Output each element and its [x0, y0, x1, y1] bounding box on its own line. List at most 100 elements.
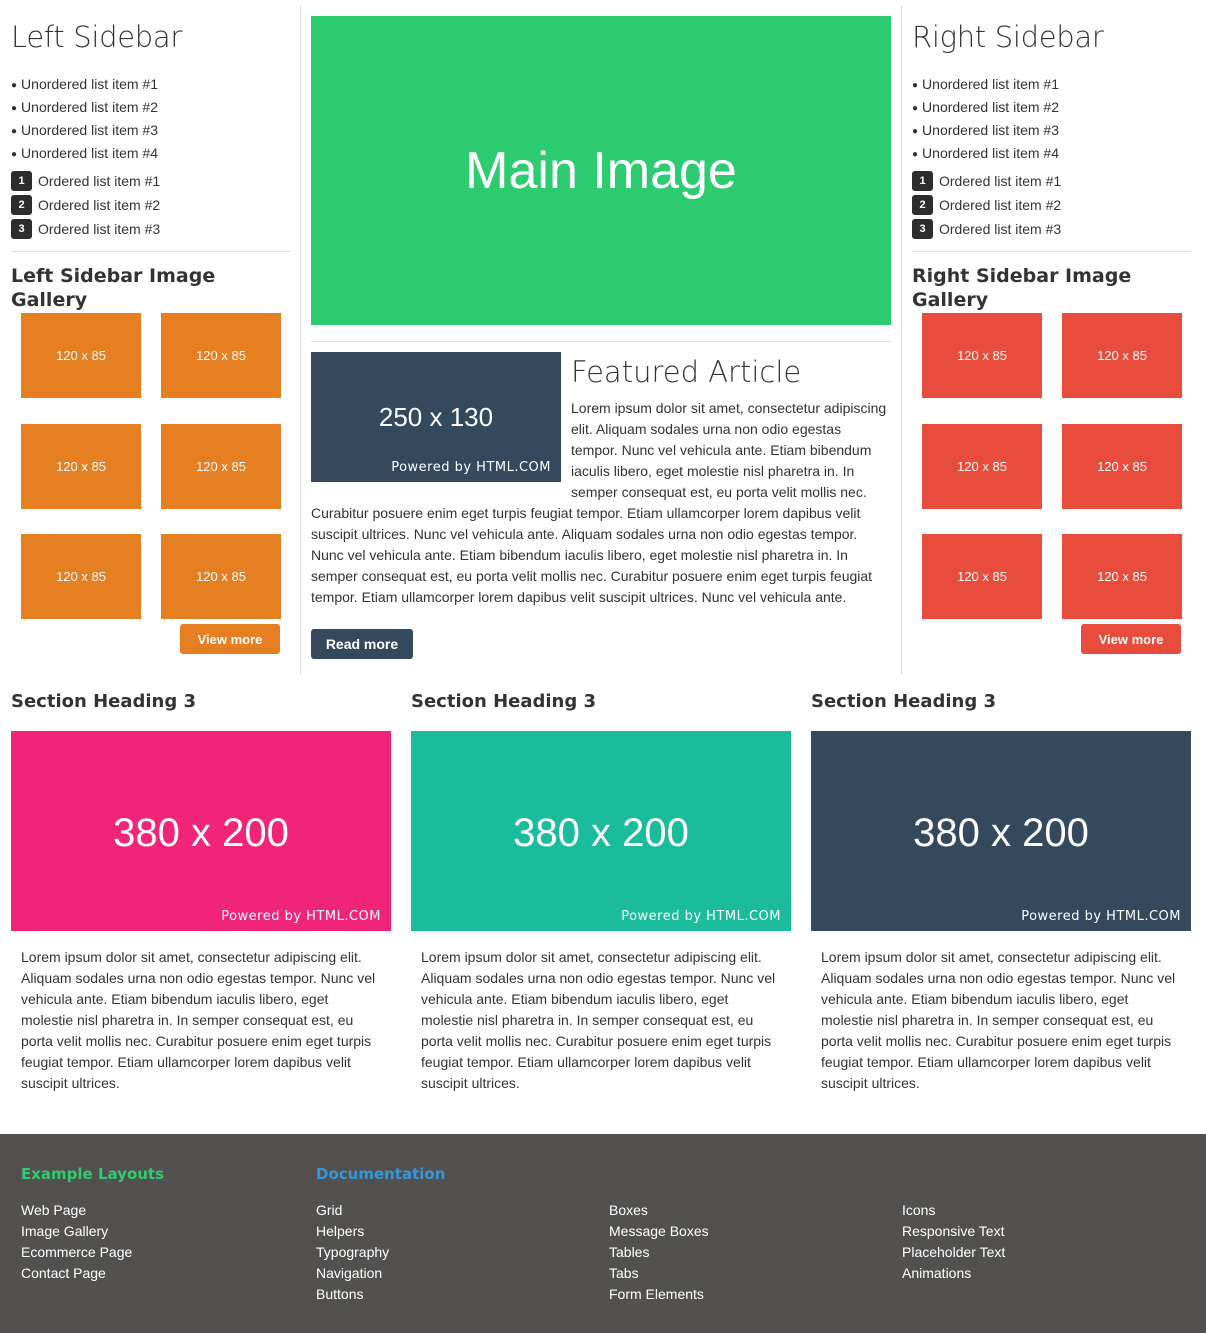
footer-link[interactable]: Tabs — [609, 1263, 709, 1284]
left-unordered-list: Unordered list item #1 Unordered list it… — [11, 74, 290, 166]
footer-link[interactable]: Buttons — [316, 1284, 389, 1305]
right-gallery-title: Right Sidebar Image Gallery — [912, 265, 1132, 311]
gallery-thumbnail[interactable]: 120 x 85 — [161, 313, 281, 398]
list-item-label: Ordered list item #2 — [38, 197, 161, 213]
featured-image-size: 250 x 130 — [378, 402, 494, 432]
gallery-thumbnail[interactable]: 120 x 85 — [21, 534, 141, 619]
gallery-thumbnail[interactable]: 120 x 85 — [21, 424, 141, 509]
section-image: 380 x 200 Powered by HTML.COM — [11, 731, 391, 931]
left-sidebar: Left Sidebar Unordered list item #1 Unor… — [11, 0, 290, 619]
powered-by-label: Powered by HTML.COM — [1021, 909, 1181, 924]
list-item: Unordered list item #2 — [11, 97, 290, 120]
left-sidebar-title: Left Sidebar — [11, 20, 182, 54]
list-item: Unordered list item #2 — [912, 97, 1191, 120]
list-number-badge: 2 — [11, 195, 32, 215]
footer-link[interactable]: Image Gallery — [21, 1221, 132, 1242]
right-sidebar: Right Sidebar Unordered list item #1 Uno… — [912, 0, 1191, 619]
section-text: Lorem ipsum dolor sit amet, consectetur … — [421, 949, 776, 1091]
divider — [300, 6, 301, 674]
list-item: Unordered list item #3 — [11, 120, 290, 143]
list-item-label: Ordered list item #2 — [939, 197, 1062, 213]
list-number-badge: 3 — [912, 219, 933, 239]
footer-link[interactable]: Contact Page — [21, 1263, 132, 1284]
footer-heading-documentation: Documentation — [316, 1165, 446, 1183]
gallery-thumbnail[interactable]: 120 x 85 — [922, 534, 1042, 619]
left-gallery-title: Left Sidebar Image Gallery — [11, 265, 216, 311]
list-item: Unordered list item #4 — [912, 143, 1191, 166]
list-item: Unordered list item #3 — [912, 120, 1191, 143]
gallery-thumbnail[interactable]: 120 x 85 — [922, 313, 1042, 398]
footer-link[interactable]: Typography — [316, 1242, 389, 1263]
footer-link[interactable]: Grid — [316, 1200, 389, 1221]
list-item-label: Ordered list item #1 — [939, 173, 1062, 189]
section-image-size: 380 x 200 — [513, 811, 689, 855]
section-image-size: 380 x 200 — [913, 811, 1089, 855]
section-heading: Section Heading 3 — [811, 691, 997, 712]
featured-image: 250 x 130 Powered by HTML.COM — [311, 352, 561, 482]
gallery-thumbnail[interactable]: 120 x 85 — [161, 424, 281, 509]
list-item-label: Ordered list item #3 — [939, 221, 1062, 237]
list-number-badge: 1 — [11, 171, 32, 191]
gallery-thumbnail[interactable]: 120 x 85 — [1062, 424, 1182, 509]
right-unordered-list: Unordered list item #1 Unordered list it… — [912, 74, 1191, 166]
list-item: 3 Ordered list item #3 — [11, 217, 290, 241]
list-item: 2 Ordered list item #2 — [912, 193, 1191, 217]
gallery-thumbnail[interactable]: 120 x 85 — [922, 424, 1042, 509]
gallery-thumbnail[interactable]: 120 x 85 — [1062, 534, 1182, 619]
footer-links-docs-2: Boxes Message Boxes Tables Tabs Form Ele… — [609, 1200, 709, 1305]
gallery-thumbnail[interactable]: 120 x 85 — [21, 313, 141, 398]
divider — [912, 251, 1191, 252]
powered-by-label: Powered by HTML.COM — [221, 909, 381, 924]
right-sidebar-title: Right Sidebar — [912, 20, 1104, 54]
footer-link[interactable]: Boxes — [609, 1200, 709, 1221]
read-more-button[interactable]: Read more — [311, 629, 413, 659]
powered-by-label: Powered by HTML.COM — [391, 460, 551, 475]
section-image: 380 x 200 Powered by HTML.COM — [811, 731, 1191, 931]
section-block: Section Heading 3 380 x 200 Powered by H… — [811, 688, 1191, 1094]
footer-link[interactable]: Navigation — [316, 1263, 389, 1284]
featured-article: 250 x 130 Powered by HTML.COM Featured A… — [311, 352, 891, 608]
divider — [311, 341, 891, 342]
left-ordered-list: 1 Ordered list item #1 2 Ordered list item… — [11, 169, 290, 241]
footer-link[interactable]: Web Page — [21, 1200, 132, 1221]
list-item: Unordered list item #4 — [11, 143, 290, 166]
divider — [11, 251, 290, 252]
section-image: 380 x 200 Powered by HTML.COM — [411, 731, 791, 931]
section-image-size: 380 x 200 — [113, 811, 289, 855]
gallery-thumbnail[interactable]: 120 x 85 — [1062, 313, 1182, 398]
footer-links-example: Web Page Image Gallery Ecommerce Page Co… — [21, 1200, 132, 1284]
list-item: 2 Ordered list item #2 — [11, 193, 290, 217]
section-text: Lorem ipsum dolor sit amet, consectetur … — [21, 949, 376, 1091]
footer-heading-example-layouts: Example Layouts — [21, 1165, 165, 1183]
right-view-more-button[interactable]: View more — [1081, 624, 1181, 654]
footer-link[interactable]: Placeholder Text — [902, 1242, 1005, 1263]
footer-link[interactable]: Message Boxes — [609, 1221, 709, 1242]
footer-link[interactable]: Icons — [902, 1200, 1005, 1221]
list-item-label: Ordered list item #3 — [38, 221, 161, 237]
footer-link[interactable]: Helpers — [316, 1221, 389, 1242]
list-item: 1 Ordered list item #1 — [11, 169, 290, 193]
footer-link[interactable]: Tables — [609, 1242, 709, 1263]
section-block: Section Heading 3 380 x 200 Powered by H… — [411, 688, 791, 1094]
footer-link[interactable]: Animations — [902, 1263, 1005, 1284]
main-image: Main Image — [311, 16, 891, 325]
list-item: 1 Ordered list item #1 — [912, 169, 1191, 193]
divider — [901, 6, 902, 674]
right-ordered-list: 1 Ordered list item #1 2 Ordered list item… — [912, 169, 1191, 241]
section-heading: Section Heading 3 — [411, 691, 597, 712]
footer-link[interactable]: Responsive Text — [902, 1221, 1005, 1242]
left-image-gallery: 120 x 85 120 x 85 120 x 85 120 x 85 120 … — [11, 313, 290, 619]
gallery-thumbnail[interactable]: 120 x 85 — [161, 534, 281, 619]
footer-link[interactable]: Ecommerce Page — [21, 1242, 132, 1263]
powered-by-label: Powered by HTML.COM — [621, 909, 781, 924]
section-text: Lorem ipsum dolor sit amet, consectetur … — [821, 949, 1176, 1091]
footer: Example Layouts Web Page Image Gallery E… — [0, 1134, 1206, 1333]
left-view-more-button[interactable]: View more — [180, 624, 280, 654]
list-item: 3 Ordered list item #3 — [912, 217, 1191, 241]
footer-link[interactable]: Form Elements — [609, 1284, 709, 1305]
section-heading: Section Heading 3 — [11, 691, 197, 712]
footer-links-docs-3: Icons Responsive Text Placeholder Text A… — [902, 1200, 1005, 1284]
list-item: Unordered list item #1 — [11, 74, 290, 97]
footer-links-docs-1: Grid Helpers Typography Navigation Butto… — [316, 1200, 389, 1305]
section-block: Section Heading 3 380 x 200 Powered by H… — [11, 688, 391, 1094]
